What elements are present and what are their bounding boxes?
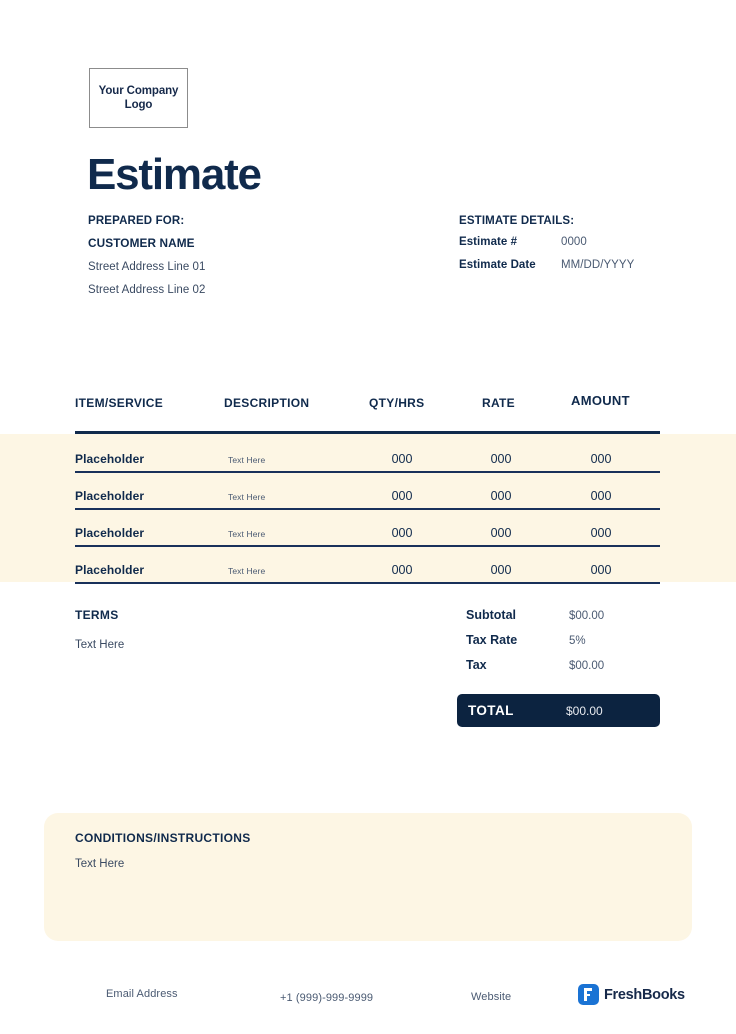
customer-name[interactable]: CUSTOMER NAME	[88, 236, 418, 250]
row-rate: 000	[490, 563, 512, 577]
row-description: Text Here	[228, 529, 266, 539]
company-logo-label: Your Company Logo	[99, 84, 179, 113]
company-logo-line-2: Logo	[124, 99, 153, 111]
freshbooks-logo-icon	[578, 984, 599, 1005]
estimate-details-section: ESTIMATE DETAILS: Estimate # 0000 Estima…	[459, 215, 699, 282]
row-divider	[75, 471, 660, 473]
estimate-date-label: Estimate Date	[459, 259, 536, 271]
customer-address-line-1[interactable]: Street Address Line 01	[88, 261, 418, 273]
freshbooks-logo-bar	[584, 993, 590, 997]
row-amount: 000	[590, 489, 612, 503]
row-qty: 000	[391, 489, 413, 503]
terms-title: TERMS	[75, 608, 119, 622]
row-divider	[75, 582, 660, 584]
row-rate: 000	[490, 526, 512, 540]
subtotal-row: Subtotal $00.00	[466, 608, 666, 622]
prepared-for-label: PREPARED FOR:	[88, 215, 185, 227]
row-item: Placeholder	[75, 452, 145, 466]
freshbooks-brand-name: FreshBooks	[604, 986, 685, 1003]
total-bar: TOTAL $00.00	[457, 694, 660, 727]
conditions-instructions-section: CONDITIONS/INSTRUCTIONS Text Here	[44, 813, 692, 941]
row-item: Placeholder	[75, 563, 145, 577]
row-item: Placeholder	[75, 526, 145, 540]
subtotal-label: Subtotal	[466, 608, 516, 622]
row-description: Text Here	[228, 566, 266, 576]
row-divider	[75, 508, 660, 510]
row-qty: 000	[391, 526, 413, 540]
row-qty: 000	[391, 563, 413, 577]
terms-section: TERMS Text Here	[75, 608, 124, 651]
row-item: Placeholder	[75, 489, 145, 503]
conditions-title: CONDITIONS/INSTRUCTIONS	[75, 831, 251, 845]
subtotal-value: $00.00	[569, 610, 605, 622]
column-header-qty: QTY/HRS	[369, 396, 425, 410]
row-rate: 000	[490, 489, 512, 503]
estimate-date-row: Estimate Date MM/DD/YYYY	[459, 259, 699, 271]
header-divider	[75, 431, 660, 434]
total-value: $00.00	[566, 703, 603, 718]
row-amount: 000	[590, 563, 612, 577]
terms-body[interactable]: Text Here	[75, 639, 124, 651]
freshbooks-brand[interactable]: FreshBooks	[578, 984, 685, 1005]
tax-label: Tax	[466, 658, 487, 672]
tax-row: Tax $00.00	[466, 658, 666, 672]
page-title: Estimate	[87, 150, 262, 199]
estimate-details-label: ESTIMATE DETAILS:	[459, 215, 575, 227]
tax-rate-row: Tax Rate 5%	[466, 633, 666, 647]
footer-phone[interactable]: +1 (999)-999-9999	[280, 992, 373, 1004]
column-header-amount: AMOUNT	[571, 393, 630, 408]
column-header-description: DESCRIPTION	[224, 396, 310, 410]
page-footer: Email Address +1 (999)-999-9999 Website …	[0, 984, 736, 1016]
row-qty: 000	[391, 452, 413, 466]
totals-section: Subtotal $00.00 Tax Rate 5% Tax $00.00	[466, 608, 666, 683]
customer-address-line-2[interactable]: Street Address Line 02	[88, 284, 418, 296]
company-logo-line-1: Your Company	[98, 84, 179, 97]
line-items-header: ITEM/SERVICE DESCRIPTION QTY/HRS RATE AM…	[0, 388, 736, 434]
row-amount: 000	[590, 526, 612, 540]
row-rate: 000	[490, 452, 512, 466]
prepared-for-section: PREPARED FOR: CUSTOMER NAME Street Addre…	[88, 215, 418, 307]
column-header-rate: RATE	[482, 396, 515, 410]
estimate-document: Your Company Logo Estimate PREPARED FOR:…	[0, 0, 736, 1034]
tax-rate-value[interactable]: 5%	[569, 635, 586, 647]
total-label: TOTAL	[468, 703, 514, 718]
row-divider	[75, 545, 660, 547]
row-description: Text Here	[228, 492, 266, 502]
footer-website[interactable]: Website	[471, 991, 511, 1003]
column-header-item: ITEM/SERVICE	[75, 396, 164, 410]
row-description: Text Here	[228, 455, 266, 465]
company-logo-placeholder[interactable]: Your Company Logo	[89, 68, 188, 128]
tax-rate-label: Tax Rate	[466, 633, 518, 647]
estimate-number-label: Estimate #	[459, 236, 518, 248]
footer-email[interactable]: Email Address	[106, 988, 178, 1000]
tax-value: $00.00	[569, 660, 605, 672]
estimate-number-row: Estimate # 0000	[459, 236, 699, 248]
estimate-number-value[interactable]: 0000	[561, 236, 587, 248]
estimate-date-value[interactable]: MM/DD/YYYY	[561, 259, 634, 271]
conditions-body[interactable]: Text Here	[75, 858, 124, 870]
row-amount: 000	[590, 452, 612, 466]
